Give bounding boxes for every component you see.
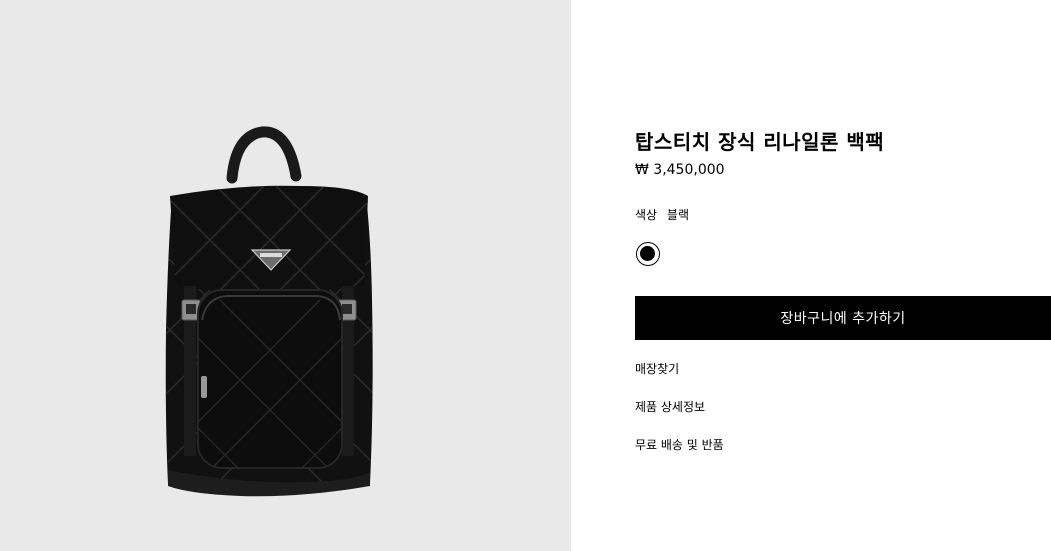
backpack-handle xyxy=(226,126,302,184)
product-title: 탑스티치 장식 리나일론 백팩 xyxy=(635,130,885,154)
product-info-panel: 탑스티치 장식 리나일론 백팩 ₩ 3,450,000 색상 블랙 장바구니에 … xyxy=(571,0,1051,551)
product-image-panel xyxy=(0,0,571,551)
product-page: 탑스티치 장식 리나일론 백팩 ₩ 3,450,000 색상 블랙 장바구니에 … xyxy=(0,0,1051,551)
product-price: ₩ 3,450,000 xyxy=(635,162,725,178)
product-image[interactable] xyxy=(0,0,571,551)
color-label: 색상 xyxy=(635,208,658,222)
shipping-returns-link[interactable]: 무료 배송 및 반품 xyxy=(635,436,724,453)
add-to-cart-button[interactable]: 장바구니에 추가하기 xyxy=(635,296,1051,340)
color-selector-label: 색상 블랙 xyxy=(635,206,689,223)
color-swatch-black[interactable] xyxy=(636,242,660,266)
swatch-fill xyxy=(640,246,655,261)
product-details-link[interactable]: 제품 상세정보 xyxy=(635,398,705,415)
color-value: 블랙 xyxy=(666,208,690,222)
find-store-link[interactable]: 매장찾기 xyxy=(635,360,679,377)
